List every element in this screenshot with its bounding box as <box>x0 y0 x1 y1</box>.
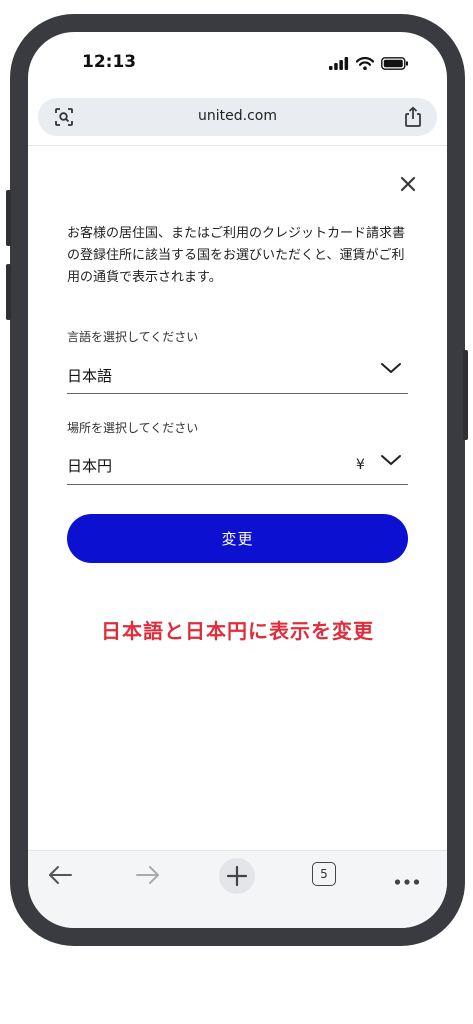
language-label: 言語を選択してください <box>67 330 199 344</box>
wifi-icon <box>355 55 375 74</box>
notice-text: お客様の居住国、またはご利用のクレジットカード請求書の登録住所に該当する国をお選… <box>67 226 406 285</box>
location-label: 場所を選択してください <box>67 421 199 435</box>
chevron-down-icon[interactable] <box>380 360 402 379</box>
phone-side-button-left-1 <box>6 190 11 246</box>
url-text[interactable]: united.com <box>38 108 437 124</box>
content-divider <box>28 145 447 146</box>
share-icon[interactable] <box>403 106 423 132</box>
language-underline <box>67 393 408 394</box>
more-icon[interactable] <box>394 871 420 890</box>
phone-screen: 12:13 united.com お客様の居住国、またはご利用のクレジットカード… <box>28 32 447 928</box>
browser-toolbar: 5 <box>28 850 447 928</box>
location-select[interactable]: 日本円 <box>67 455 112 476</box>
signal-icon <box>329 55 349 74</box>
currency-symbol: ¥ <box>356 457 365 473</box>
change-button[interactable]: 変更 <box>67 514 408 563</box>
tab-count[interactable]: 5 <box>312 862 336 886</box>
location-underline <box>67 484 408 485</box>
back-arrow-icon[interactable] <box>46 863 74 891</box>
close-icon[interactable] <box>396 172 420 196</box>
annotation-caption: 日本語と日本円に表示を変更 <box>101 619 374 643</box>
battery-icon <box>381 55 409 74</box>
language-select[interactable]: 日本語 <box>67 365 112 386</box>
phone-side-button-left-2 <box>6 264 11 320</box>
status-bar: 12:13 <box>28 32 447 96</box>
new-tab-plus-icon[interactable] <box>218 857 256 899</box>
tabs-button[interactable]: 5 <box>312 862 336 886</box>
status-icons <box>329 55 409 74</box>
address-bar[interactable]: united.com <box>38 98 437 136</box>
forward-arrow-icon[interactable] <box>134 863 162 891</box>
phone-side-button-right <box>463 350 468 440</box>
chevron-down-icon[interactable] <box>380 452 402 471</box>
status-time: 12:13 <box>82 52 137 72</box>
